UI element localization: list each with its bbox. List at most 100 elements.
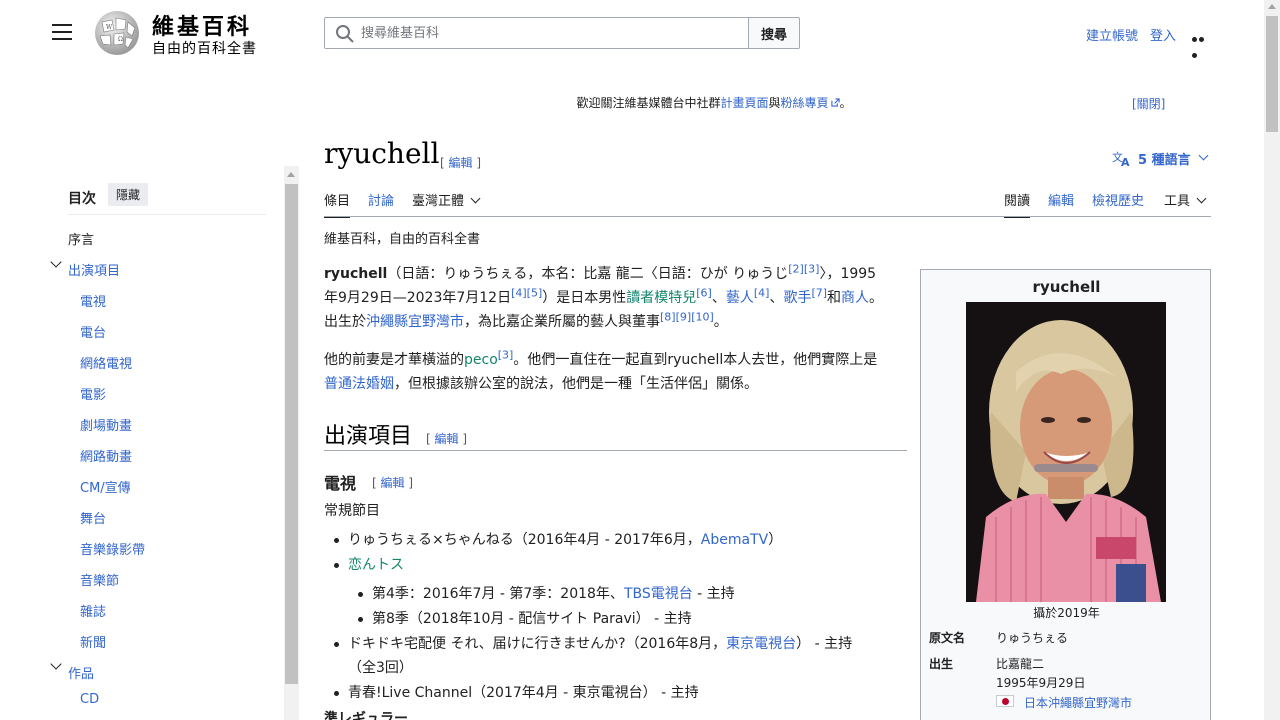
page-scrollbar[interactable]: [1264, 0, 1280, 720]
text: 第4季：2016年7月 - 第7季：2018年、: [372, 586, 624, 602]
site-notice-banner: 歡迎關注維基媒體台中社群計畫頁面與粉絲專頁。: [324, 94, 1104, 111]
ref-link[interactable]: [2]: [788, 262, 804, 275]
search-button[interactable]: 搜尋: [748, 17, 800, 49]
toc-scrollbar[interactable]: [284, 166, 299, 720]
svg-text:W: W: [106, 24, 113, 31]
text: 。他們一直住在一起直到ryuchell本人去世，他們實際上是: [513, 352, 878, 368]
page-scrollbar-thumb[interactable]: [1266, 16, 1278, 132]
list-item: 恋んトス: [334, 553, 404, 577]
infobox-label-original-name: 原文名: [929, 631, 966, 645]
toc-item-cm[interactable]: CM/宣傳: [80, 477, 131, 496]
toc-item-tv[interactable]: 電視: [80, 291, 106, 310]
scroll-up-arrow-icon[interactable]: [287, 172, 295, 177]
title-edit-link[interactable]: [ 編輯 ]: [440, 154, 481, 171]
toc-item-stage[interactable]: 舞台: [80, 508, 106, 527]
ref-link[interactable]: [8]: [660, 310, 676, 323]
create-account-link[interactable]: 建立帳號: [1086, 25, 1138, 44]
text: 年9月29日—2023年7月12日: [324, 290, 512, 306]
link-merchant[interactable]: 商人: [841, 290, 869, 306]
text: ，為比嘉企業所屬的藝人與董事: [464, 314, 660, 330]
toc-hide-button[interactable]: 隱藏: [108, 183, 149, 206]
ref-link[interactable]: [3]: [498, 348, 514, 361]
tab-read[interactable]: 閱讀: [1004, 190, 1031, 218]
toc-item-works[interactable]: 作品: [68, 663, 94, 682]
toc-item-magazine[interactable]: 雜誌: [80, 601, 106, 620]
main-menu-button[interactable]: [52, 24, 72, 40]
text: 和: [827, 290, 842, 306]
page-title: ryuchell: [324, 137, 440, 170]
link-birthplace[interactable]: 沖繩縣宜野灣市: [366, 314, 464, 330]
tab-talk[interactable]: 討論: [368, 190, 394, 209]
infobox-birthplace-link[interactable]: 日本沖繩縣宜野灣市: [1024, 694, 1132, 711]
login-link[interactable]: 登入: [1150, 25, 1176, 44]
text: （日語：りゅうちぇる，本名：比嘉 龍二〈日語：ひが りゅうじ: [387, 266, 789, 282]
ref-link[interactable]: [3]: [804, 262, 820, 275]
toc-item-intro[interactable]: 序言: [68, 229, 94, 248]
tools-dropdown[interactable]: 工具: [1164, 190, 1207, 209]
link-tbs[interactable]: TBS電視台: [624, 586, 693, 602]
text: 。: [869, 290, 884, 306]
list-item: ドキドキ宅配便 それ、届けに行きませんか?（2016年8月，東京電視台） - 主…: [333, 632, 852, 680]
link-peco[interactable]: peco: [464, 352, 498, 368]
toc-item-music-festival[interactable]: 音樂節: [80, 570, 119, 589]
portrait-photo[interactable]: [966, 302, 1166, 602]
subject-name: ryuchell: [324, 266, 388, 282]
text: ドキドキ宅配便 それ、届けに行きませんか?（2016年8月，: [348, 636, 727, 652]
banner-fanpage-link[interactable]: 粉絲專頁: [781, 96, 829, 110]
language-icon[interactable]: 文 A: [1112, 149, 1132, 167]
toc-item-anime-film[interactable]: 劇場動畫: [80, 415, 132, 434]
wikipedia-globe-logo[interactable]: W Ω: [92, 10, 142, 56]
variant-dropdown[interactable]: 臺灣正體: [412, 190, 481, 209]
site-subtitle: 維基百科，自由的百科全書: [324, 232, 481, 247]
ref-link[interactable]: [5]: [527, 286, 543, 299]
toc-item-cd[interactable]: CD: [80, 692, 99, 707]
tab-article[interactable]: 條目: [324, 190, 351, 218]
language-selector-button[interactable]: 5 種語言: [1138, 149, 1191, 168]
toc-item-appearances[interactable]: 出演項目: [68, 260, 120, 279]
ref-link[interactable]: [6]: [696, 286, 712, 299]
link-singer[interactable]: 歌手: [783, 290, 811, 306]
chevron-down-icon[interactable]: [1198, 150, 1209, 161]
subsection-edit-link[interactable]: [ 編輯 ]: [372, 474, 413, 491]
tab-edit[interactable]: 編輯: [1048, 190, 1074, 209]
text: 青春!Live Channel（2017年4月 - 東京電視台） - 主持: [348, 685, 699, 701]
link-koi-n-toss[interactable]: 恋んトス: [348, 557, 404, 573]
search-input[interactable]: [361, 18, 741, 48]
ref-link[interactable]: [4]: [754, 286, 770, 299]
text: 他的前妻是才華橫溢的: [324, 352, 464, 368]
site-wordmark[interactable]: 維基百科: [152, 9, 252, 41]
link-artist[interactable]: 藝人: [726, 290, 754, 306]
toc-item-web-tv[interactable]: 網絡電視: [80, 353, 132, 372]
toc-item-web-anime[interactable]: 網路動畫: [80, 446, 132, 465]
toc-item-film[interactable]: 電影: [80, 384, 106, 403]
section-divider: [324, 450, 907, 451]
text: 出生於: [324, 314, 366, 330]
text: （全3回）: [348, 660, 413, 676]
toc-item-music-video[interactable]: 音樂錄影帶: [80, 539, 145, 558]
ref-link[interactable]: [9]: [676, 310, 692, 323]
scroll-up-arrow-icon[interactable]: [1268, 4, 1276, 9]
chevron-down-icon[interactable]: [50, 256, 62, 268]
toc-item-news[interactable]: 新聞: [80, 632, 106, 651]
banner-project-link[interactable]: 計畫頁面: [720, 96, 768, 110]
link-reader-model[interactable]: 讀者模特兒: [626, 290, 696, 306]
section-heading-appearances: 出演項目: [324, 424, 413, 449]
chevron-down-icon[interactable]: [50, 658, 62, 670]
more-options-icon[interactable]: [1192, 30, 1212, 58]
second-paragraph: 他的前妻是才華橫溢的peco[3]。他們一直住在一起直到ryuchell本人去世…: [324, 348, 907, 396]
ref-link[interactable]: [4]: [511, 286, 527, 299]
section-edit-link[interactable]: [ 編輯 ]: [426, 430, 467, 447]
toc-scrollbar-thumb[interactable]: [285, 184, 298, 684]
link-tv-tokyo[interactable]: 東京電視台: [726, 636, 796, 652]
tab-history[interactable]: 檢視歷史: [1092, 190, 1144, 209]
text: - 主持: [692, 586, 735, 602]
chevron-down-icon: [1196, 193, 1207, 204]
infobox-title: ryuchell: [1032, 278, 1101, 296]
link-abematv[interactable]: AbemaTV: [701, 532, 768, 548]
ref-link[interactable]: [7]: [811, 286, 827, 299]
banner-close-button[interactable]: [關閉]: [1132, 95, 1165, 112]
toc-item-radio[interactable]: 電台: [80, 322, 106, 341]
ref-link[interactable]: [10]: [691, 310, 714, 323]
link-common-law-marriage[interactable]: 普通法婚姻: [324, 376, 394, 392]
infobox-value-birth-name: 比嘉龍二: [996, 657, 1045, 671]
